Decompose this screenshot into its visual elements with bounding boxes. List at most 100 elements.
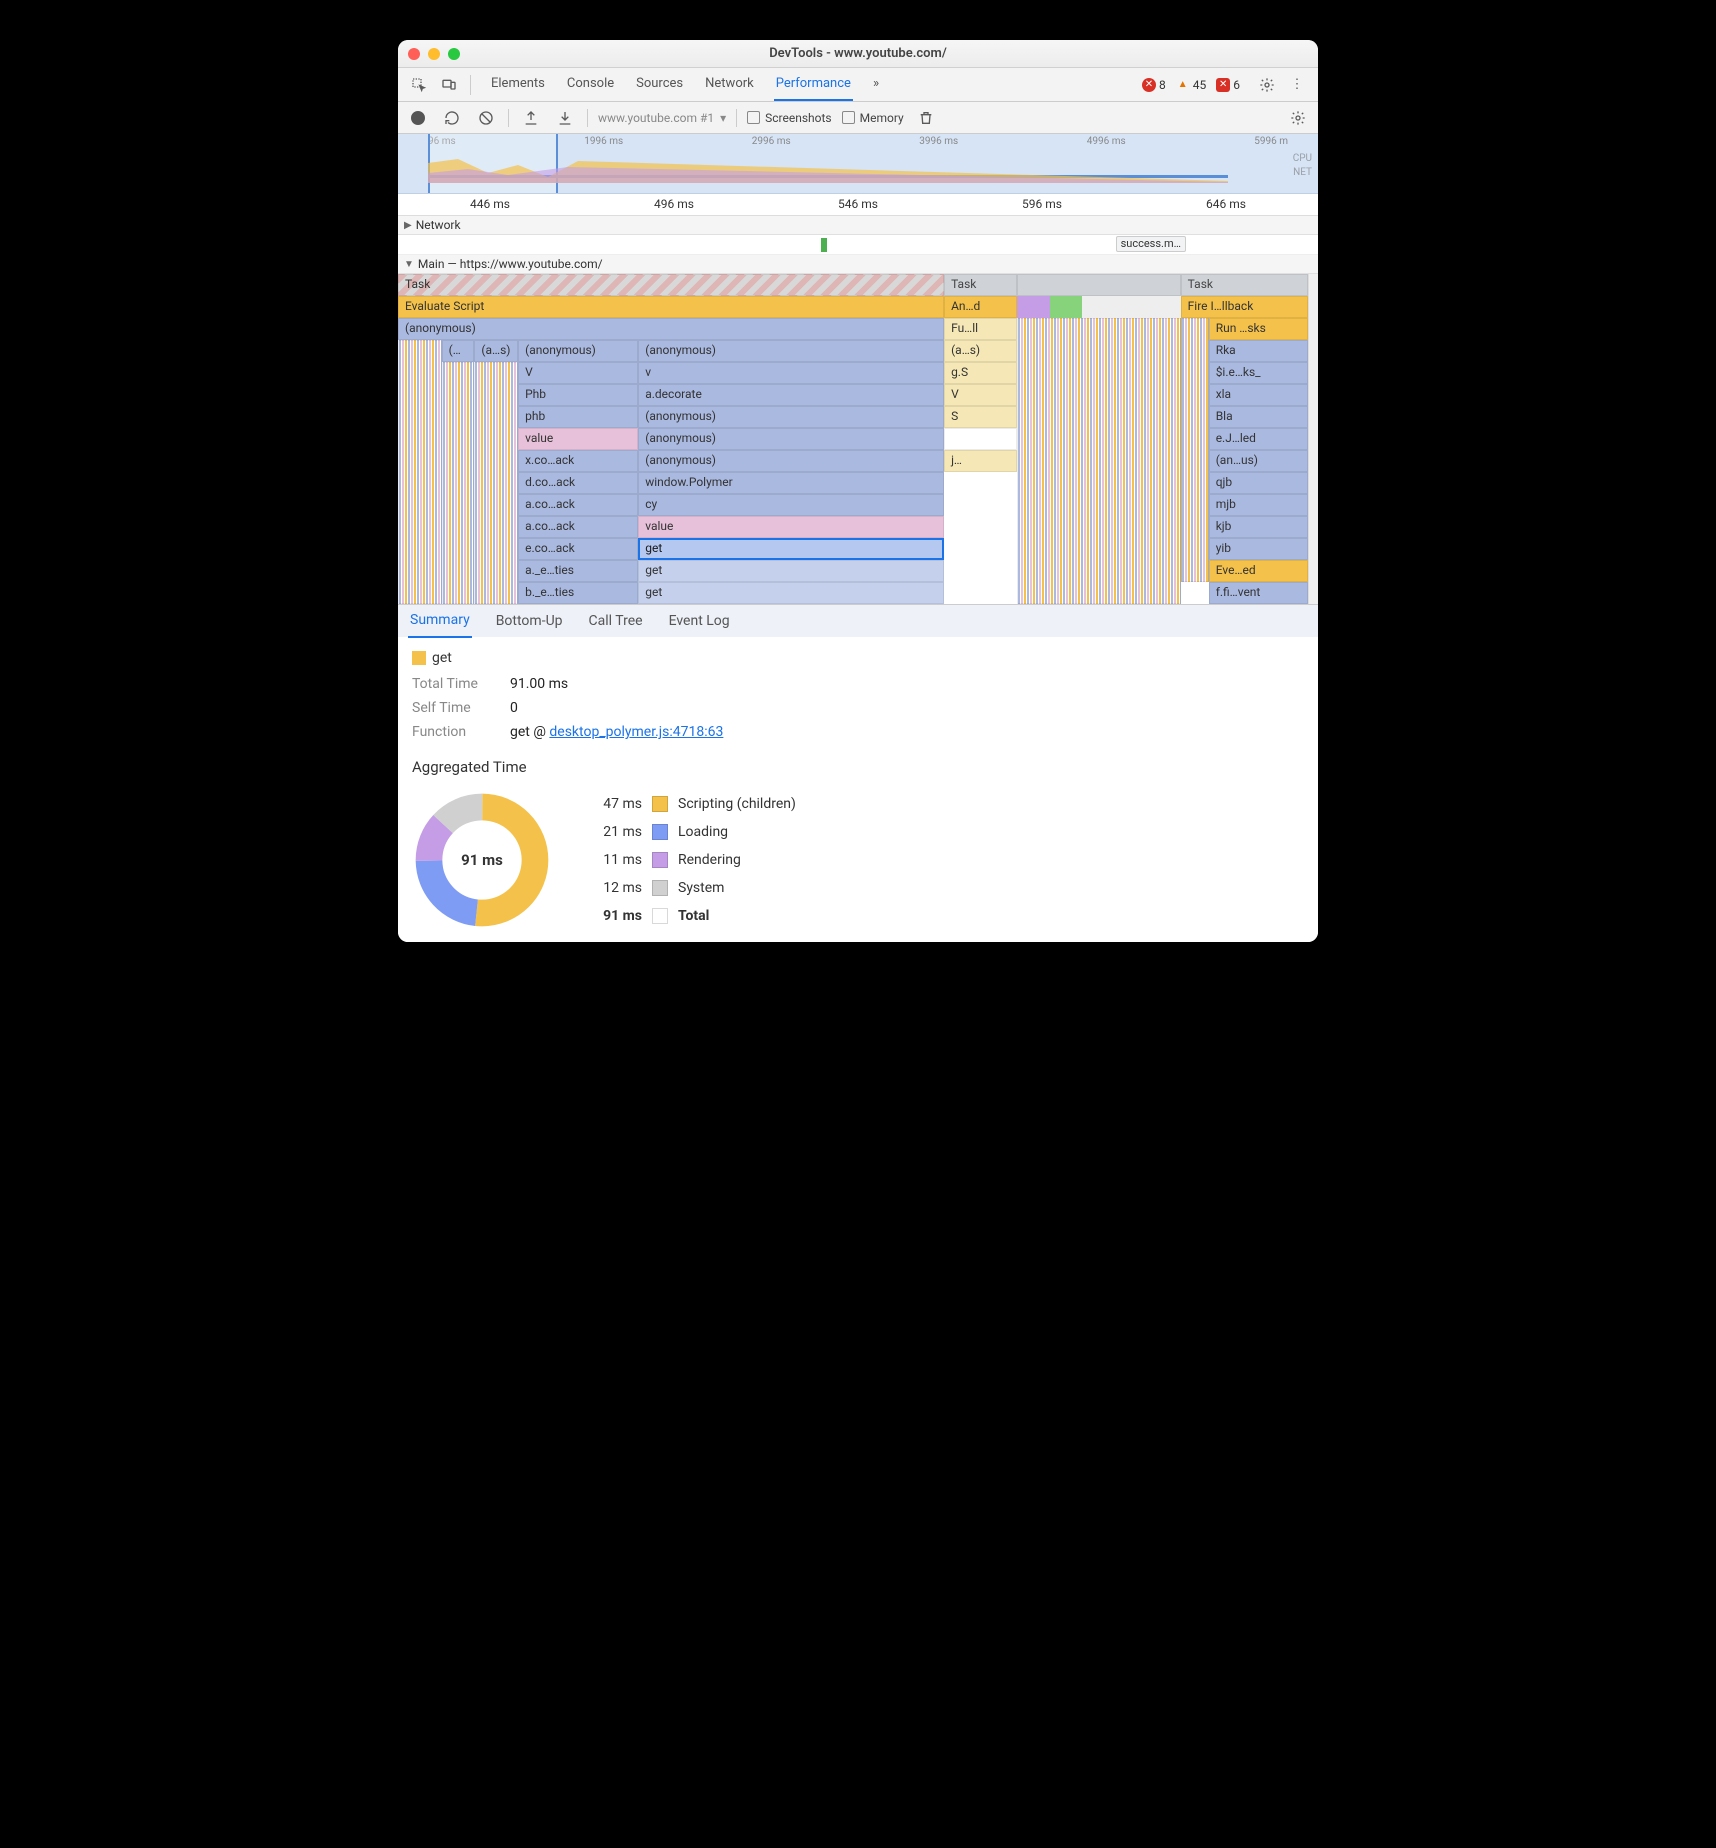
flame-frame[interactable]: (… [442,340,475,362]
flame-frame[interactable]: get [638,560,944,582]
flame-frame[interactable]: Fu…ll [944,318,1017,340]
download-profile-icon[interactable] [553,106,577,130]
timeline-ruler[interactable]: 446 ms 496 ms 546 ms 596 ms 646 ms [398,194,1318,216]
flame-frame[interactable]: (anonymous) [638,450,944,472]
maximize-icon[interactable] [448,48,460,60]
flame-frame[interactable]: a.co…ack [518,516,638,538]
minimize-icon[interactable] [428,48,440,60]
timeline-overview[interactable]: 96 ms 1996 ms 2996 ms 3996 ms 4996 ms 59… [398,134,1318,194]
flame-frame[interactable]: mjb [1209,494,1308,516]
flame-frame[interactable]: (anonymous) [638,406,944,428]
network-track-header[interactable]: ▶ Network [398,216,1318,235]
flame-eval-script[interactable]: Evaluate Script [398,296,944,318]
flame-task[interactable]: Task [398,274,944,296]
reload-record-button[interactable] [440,106,464,130]
source-link[interactable]: desktop_polymer.js:4718:63 [549,724,723,740]
flame-task[interactable]: Task [944,274,1017,296]
record-button[interactable] [406,106,430,130]
flame-frame[interactable]: V [944,384,1017,406]
network-track[interactable]: success.m… [398,235,1318,255]
flame-frame[interactable]: (anonymous) [638,428,944,450]
flame-frame[interactable]: get [638,582,944,604]
flame-frame[interactable]: kjb [1209,516,1308,538]
warning-badge[interactable]: ▲45 [1176,78,1207,92]
flame-frame[interactable]: S [944,406,1017,428]
flame-micro-stack[interactable] [474,362,518,604]
flame-frame[interactable]: yib [1209,538,1308,560]
flame-frame[interactable]: Eve…ed [1209,560,1308,582]
close-icon[interactable] [408,48,420,60]
tab-event-log[interactable]: Event Log [667,605,732,637]
flame-frame[interactable]: window.Polymer [638,472,944,494]
flame-task[interactable] [1017,274,1181,296]
flame-frame[interactable]: Fire I…llback [1181,296,1308,318]
flame-frame[interactable]: a.decorate [638,384,944,406]
flame-frame[interactable]: (anonymous) [518,340,638,362]
flame-frame[interactable]: j… [944,450,1017,472]
flame-micro-stack[interactable] [1181,318,1209,582]
tab-elements[interactable]: Elements [489,68,547,101]
flame-frame[interactable]: f.fi…vent [1209,582,1308,604]
flame-frame[interactable]: get [638,538,944,560]
flame-frame[interactable]: e.J…led [1209,428,1308,450]
capture-settings-icon[interactable] [1286,106,1310,130]
flame-frame[interactable]: (a…s) [944,340,1017,362]
profile-selector[interactable]: www.youtube.com #1 ▾ [598,111,726,125]
device-toggle-icon[interactable] [436,72,462,98]
tab-summary[interactable]: Summary [408,604,472,638]
tab-performance[interactable]: Performance [774,68,853,101]
tab-console[interactable]: Console [565,68,616,101]
flame-frame[interactable]: (anonymous) [638,340,944,362]
flame-frame[interactable]: a._e…ties [518,560,638,582]
clear-button[interactable] [474,106,498,130]
flame-frame[interactable]: g.S [944,362,1017,384]
settings-icon[interactable] [1254,72,1280,98]
flame-frame[interactable]: b._e…ties [518,582,638,604]
scrollbar[interactable] [1308,274,1318,604]
error-badge[interactable]: ✕8 [1142,78,1166,92]
flame-micro-stack[interactable] [442,362,475,604]
tab-sources[interactable]: Sources [634,68,685,101]
kebab-menu-icon[interactable]: ⋮ [1284,72,1310,98]
network-request-chip[interactable]: success.m… [1116,236,1186,252]
flame-frame[interactable]: (anonymous) [398,318,944,340]
overview-tick: 5996 m [1254,136,1288,147]
memory-checkbox[interactable]: Memory [842,111,904,125]
upload-profile-icon[interactable] [519,106,543,130]
flame-frame[interactable]: Run …sks [1209,318,1308,340]
tab-network[interactable]: Network [703,68,756,101]
gc-icon[interactable] [914,106,938,130]
flame-frame[interactable]: a.co…ack [518,494,638,516]
inspect-icon[interactable] [406,72,432,98]
flame-chart[interactable]: Task Evaluate Script (anonymous) (… (a…s… [398,274,1318,604]
flame-frame[interactable]: value [638,516,944,538]
main-track-header[interactable]: ▼ Main — https://www.youtube.com/ [398,255,1318,274]
network-request-bar[interactable] [821,238,827,252]
flame-frame[interactable]: e.co…ack [518,538,638,560]
console-error-badge[interactable]: ✕6 [1216,78,1240,92]
flame-frame[interactable]: value [518,428,638,450]
flame-frame[interactable]: cy [638,494,944,516]
flame-micro-stack[interactable] [398,340,442,604]
flame-frame[interactable]: xla [1209,384,1308,406]
category-swatch-icon [412,651,426,665]
tab-bottom-up[interactable]: Bottom-Up [494,605,565,637]
flame-frame[interactable]: (a…s) [474,340,518,362]
flame-frame[interactable]: Bla [1209,406,1308,428]
flame-frame[interactable]: phb [518,406,638,428]
flame-frame[interactable]: qjb [1209,472,1308,494]
flame-micro-stack[interactable] [1017,318,1181,604]
tab-call-tree[interactable]: Call Tree [587,605,645,637]
screenshots-checkbox[interactable]: Screenshots [747,111,831,125]
flame-frame[interactable]: (an…us) [1209,450,1308,472]
flame-frame[interactable]: x.co…ack [518,450,638,472]
flame-frame[interactable]: $i.e…ks_ [1209,362,1308,384]
flame-frame[interactable]: Phb [518,384,638,406]
flame-frame[interactable]: An…d [944,296,1017,318]
flame-task[interactable]: Task [1181,274,1308,296]
flame-frame[interactable]: d.co…ack [518,472,638,494]
flame-frame[interactable]: v [638,362,944,384]
flame-frame[interactable]: Rka [1209,340,1308,362]
tabs-overflow[interactable]: » [871,68,881,101]
flame-frame[interactable]: V [518,362,638,384]
